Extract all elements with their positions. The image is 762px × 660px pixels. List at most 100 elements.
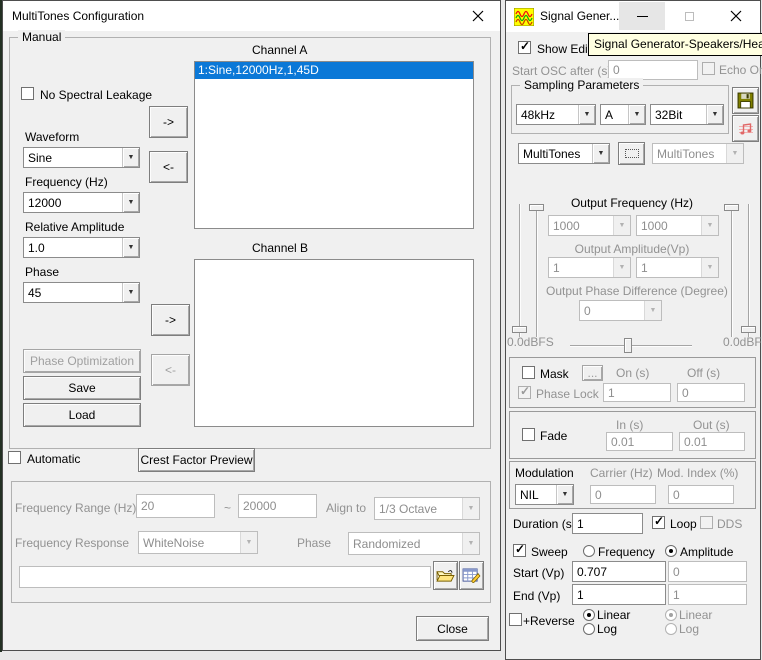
sweep-checkbox[interactable] bbox=[513, 544, 526, 557]
on-seconds-field: 1 bbox=[603, 383, 671, 402]
right-inner-slider-track[interactable] bbox=[731, 204, 733, 337]
dropdown-arrow-icon[interactable] bbox=[122, 238, 139, 257]
load-button[interactable]: Load bbox=[23, 403, 141, 427]
left-outer-slider-track[interactable] bbox=[519, 204, 521, 337]
dropdown-arrow-icon[interactable] bbox=[122, 283, 139, 302]
mask-label: Mask bbox=[540, 367, 569, 381]
channel-combobox[interactable]: A bbox=[600, 104, 646, 125]
multitones-titlebar[interactable]: MultiTones Configuration bbox=[3, 1, 500, 31]
mask-browse-button: ... bbox=[582, 365, 603, 381]
manual-group-label: Manual bbox=[18, 30, 65, 44]
close-button[interactable] bbox=[713, 2, 759, 30]
end-vp-label: End (Vp) bbox=[513, 589, 560, 603]
generator-type-combobox[interactable]: MultiTones bbox=[518, 143, 610, 164]
fade-checkbox[interactable] bbox=[522, 428, 535, 441]
dropdown-arrow-icon[interactable] bbox=[592, 144, 609, 163]
output-phase-value: 0 bbox=[584, 304, 591, 318]
reverse-checkbox[interactable] bbox=[509, 613, 522, 626]
phase-lock-checkbox bbox=[518, 386, 531, 399]
channel-b-listbox[interactable] bbox=[194, 259, 474, 427]
sweep-start-b-field: 0 bbox=[668, 561, 747, 582]
loop-label: Loop bbox=[670, 517, 697, 531]
waveform-combobox[interactable]: Sine bbox=[23, 147, 140, 168]
no-spectral-leakage-checkbox[interactable] bbox=[21, 87, 34, 100]
left-outer-slider-thumb[interactable] bbox=[512, 326, 527, 333]
save-signal-button[interactable] bbox=[732, 87, 759, 114]
close-dialog-button[interactable]: Close bbox=[416, 616, 489, 641]
dropdown-arrow-icon[interactable] bbox=[122, 193, 139, 212]
sweep-amplitude-radio[interactable] bbox=[665, 545, 677, 557]
play-tone-button[interactable] bbox=[732, 115, 759, 142]
channel-value: A bbox=[605, 108, 613, 122]
sample-rate-value: 48kHz bbox=[521, 108, 555, 122]
output-frequency-a-combobox: 1000 bbox=[548, 215, 631, 236]
dropdown-arrow-icon[interactable] bbox=[578, 105, 595, 124]
start-vp-label: Start (Vp) bbox=[513, 566, 564, 580]
save-button[interactable]: Save bbox=[23, 376, 141, 400]
modulation-combobox[interactable]: NIL bbox=[515, 484, 574, 505]
sample-rate-combobox[interactable]: 48kHz bbox=[516, 104, 596, 125]
open-file-button[interactable] bbox=[433, 561, 458, 590]
open-editor-button[interactable] bbox=[618, 142, 645, 165]
phase-optimization-button: Phase Optimization bbox=[23, 349, 141, 373]
right-outer-slider-thumb[interactable] bbox=[741, 326, 756, 333]
show-editor-checkbox[interactable] bbox=[518, 41, 531, 54]
fade-out-field: 0.01 bbox=[679, 432, 745, 451]
signal-generator-titlebar[interactable]: Signal Gener... bbox=[506, 1, 760, 32]
loop-checkbox[interactable] bbox=[652, 516, 665, 529]
off-seconds-label: Off (s) bbox=[687, 366, 720, 380]
move-to-channel-a-button[interactable]: -> bbox=[149, 106, 188, 138]
list-item[interactable]: 1:Sine,12000Hz,1,45D bbox=[195, 62, 473, 79]
output-frequency-a-value: 1000 bbox=[553, 219, 580, 233]
dropdown-arrow-icon bbox=[613, 216, 630, 235]
auto-phase-label: Phase bbox=[297, 536, 331, 550]
right-outer-slider-track[interactable] bbox=[748, 204, 750, 337]
dropdown-arrow-icon bbox=[613, 258, 630, 277]
align-to-value: 1/3 Octave bbox=[379, 502, 437, 516]
right-inner-slider-thumb[interactable] bbox=[724, 204, 739, 211]
frequency-combobox[interactable]: 12000 bbox=[23, 192, 140, 213]
bit-depth-combobox[interactable]: 32Bit bbox=[650, 104, 724, 125]
balance-slider-thumb[interactable] bbox=[624, 338, 632, 353]
dds-checkbox bbox=[700, 516, 713, 529]
relative-amplitude-combobox[interactable]: 1.0 bbox=[23, 237, 140, 258]
left-inner-slider-track[interactable] bbox=[536, 204, 538, 337]
sweep-amplitude-label: Amplitude bbox=[680, 545, 733, 559]
automatic-checkbox[interactable] bbox=[8, 451, 21, 464]
dropdown-arrow-icon[interactable] bbox=[122, 148, 139, 167]
echo-only-label: Echo Only bbox=[719, 63, 762, 77]
frequency-range-label: Frequency Range (Hz) bbox=[15, 501, 136, 515]
close-icon bbox=[730, 10, 742, 22]
folder-open-icon bbox=[436, 568, 455, 583]
start-osc-label: Start OSC after (s) bbox=[512, 64, 611, 78]
sweep-end-field[interactable]: 1 bbox=[572, 584, 666, 605]
channel-a-listbox[interactable]: 1:Sine,12000Hz,1,45D bbox=[194, 61, 474, 229]
dropdown-arrow-icon[interactable] bbox=[556, 485, 573, 504]
dropdown-arrow-icon[interactable] bbox=[706, 105, 723, 124]
edit-table-button[interactable] bbox=[459, 561, 484, 590]
mask-checkbox[interactable] bbox=[522, 366, 535, 379]
mod-index-field: 0 bbox=[668, 485, 734, 504]
remove-from-channel-a-button[interactable]: <- bbox=[149, 151, 188, 183]
on-seconds-label: On (s) bbox=[616, 366, 649, 380]
signal-generator-window: Signal Gener... Show Editor Start OSC af… bbox=[505, 0, 761, 660]
dropdown-arrow-icon[interactable] bbox=[628, 105, 645, 124]
output-frequency-b-combobox: 1000 bbox=[636, 215, 719, 236]
sweep-start-field[interactable]: 0.707 bbox=[572, 561, 666, 582]
dropdown-arrow-icon bbox=[701, 258, 718, 277]
sweep-log-b-radio bbox=[665, 623, 677, 635]
minimize-button[interactable] bbox=[619, 2, 665, 30]
duration-field[interactable]: 1 bbox=[572, 513, 643, 534]
phase-combobox[interactable]: 45 bbox=[23, 282, 140, 303]
crest-factor-preview-button[interactable]: Crest Factor Preview bbox=[138, 448, 255, 472]
app-icon bbox=[514, 8, 534, 26]
sweep-frequency-radio[interactable] bbox=[583, 545, 595, 557]
close-button[interactable] bbox=[455, 2, 500, 30]
left-inner-slider-thumb[interactable] bbox=[529, 204, 544, 211]
sweep-log-radio[interactable] bbox=[583, 623, 595, 635]
output-amplitude-a-value: 1 bbox=[553, 261, 560, 275]
move-to-channel-b-button[interactable]: -> bbox=[151, 304, 190, 336]
sweep-linear-radio[interactable] bbox=[583, 609, 595, 621]
start-osc-field: 0 bbox=[608, 60, 698, 80]
output-frequency-label: Output Frequency (Hz) bbox=[546, 196, 718, 210]
